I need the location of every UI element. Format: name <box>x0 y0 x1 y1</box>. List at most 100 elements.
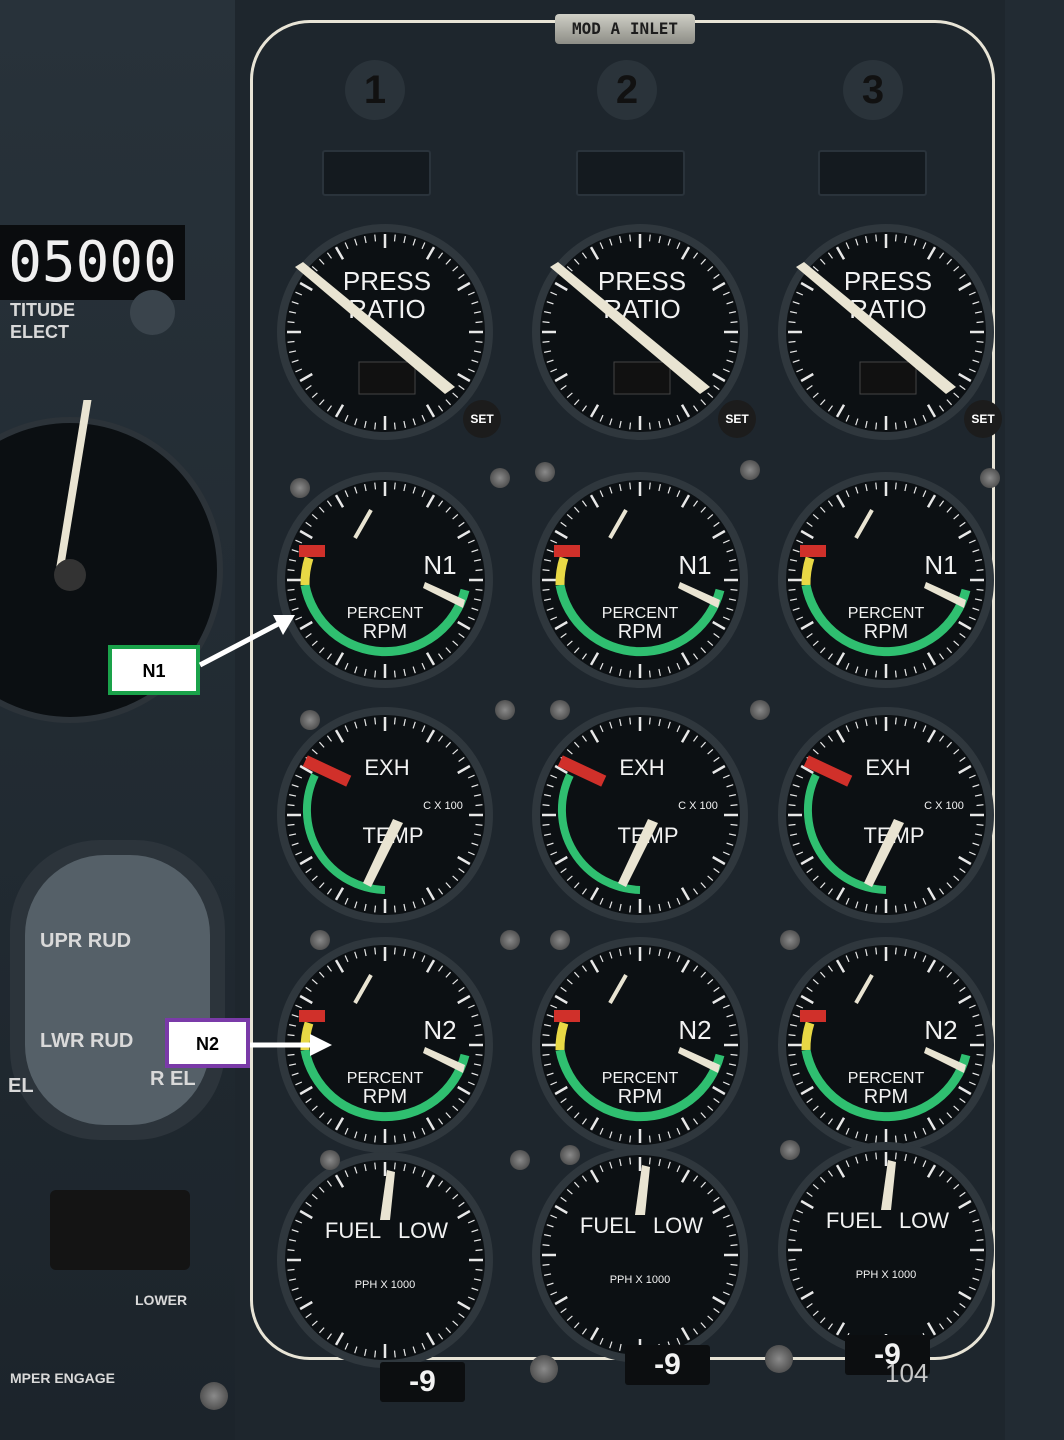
press-ratio-title: PRESS <box>598 266 686 296</box>
mod-inlet-placard: MOD A INLET <box>555 14 695 44</box>
n1-caption-rpm: RPM <box>864 621 908 643</box>
press-ratio-gauge-engine-3: PRESS RATIO SET <box>776 222 1002 447</box>
screw-icon <box>550 930 570 950</box>
screw-icon <box>200 1382 228 1410</box>
rudder-position-indicator <box>10 840 225 1140</box>
n1-caption-rpm: RPM <box>363 621 407 643</box>
engine-2-label: 2 <box>597 60 657 120</box>
fuel-scale: PPH X 1000 <box>856 1269 917 1281</box>
n1-title: N1 <box>924 550 957 580</box>
n1-gauge-engine-2: N1 PERCENT RPM <box>530 470 750 695</box>
fuel-title: FUEL <box>580 1213 636 1238</box>
fuel-gauge-engine-3: FUEL LOW PPH X 1000 <box>776 1140 996 1365</box>
rudder-upper-label: UPR RUD <box>40 930 132 952</box>
rudder-left-label: EL <box>8 1075 34 1097</box>
screw-icon <box>500 930 520 950</box>
n1-caption-rpm: RPM <box>618 621 662 643</box>
egt-scale: C X 100 <box>423 800 463 812</box>
n2-title: N2 <box>924 1015 957 1045</box>
screw-icon <box>560 1145 580 1165</box>
screw-icon <box>300 710 320 730</box>
set-knob[interactable]: SET <box>463 400 501 438</box>
screw-icon <box>310 930 330 950</box>
set-knob[interactable]: SET <box>964 400 1002 438</box>
rudder-right-label: R EL <box>150 1068 196 1090</box>
screw-icon <box>290 478 310 498</box>
n2-title: N2 <box>423 1015 456 1045</box>
n2-gauge-engine-2: N2 PERCENT RPM <box>530 935 750 1160</box>
egt-scale: C X 100 <box>678 800 718 812</box>
screw-icon <box>740 460 760 480</box>
altitude-select-knob[interactable] <box>130 290 175 335</box>
egt-scale: C X 100 <box>924 800 964 812</box>
n1-caption-percent: PERCENT <box>848 605 925 622</box>
n1-caption-percent: PERCENT <box>347 605 424 622</box>
fuel-subtitle: LOW <box>398 1218 448 1243</box>
egt-title: EXH <box>619 755 664 780</box>
n1-gauge-engine-3: N1 PERCENT RPM <box>776 470 996 695</box>
screw-icon <box>320 1150 340 1170</box>
engine-3-annunciator <box>818 150 927 196</box>
n2-caption-rpm: RPM <box>864 1086 908 1108</box>
press-ratio-title: PRESS <box>844 266 932 296</box>
n2-gauge-engine-3: N2 PERCENT RPM <box>776 935 996 1160</box>
fuel-gauge-engine-2: FUEL LOW PPH X 1000 <box>530 1145 750 1370</box>
egt-gauge-engine-1: EXHTEMPC X 100 <box>275 705 495 930</box>
screw-icon <box>510 1150 530 1170</box>
n2-callout: N2 <box>165 1018 250 1068</box>
damper-switch[interactable] <box>50 1190 190 1270</box>
n1-title: N1 <box>423 550 456 580</box>
screw-icon <box>780 1140 800 1160</box>
n1-caption-percent: PERCENT <box>602 605 679 622</box>
fuel-subtitle: LOW <box>653 1213 703 1238</box>
screw-icon <box>980 468 1000 488</box>
screw-icon <box>765 1345 793 1373</box>
screw-icon <box>495 700 515 720</box>
n2-title: N2 <box>678 1015 711 1045</box>
n1-callout: N1 <box>108 645 200 695</box>
engine-2-annunciator <box>576 150 685 196</box>
screw-icon <box>780 930 800 950</box>
fuel-gauge-engine-1: FUEL LOW PPH X 1000 <box>275 1150 495 1375</box>
n1-arrow-icon <box>198 615 295 668</box>
screw-icon <box>550 700 570 720</box>
press-ratio-gauge-engine-2: PRESS RATIO SET <box>530 222 756 447</box>
n2-caption-percent: PERCENT <box>602 1070 679 1087</box>
page-number: 104 <box>885 1358 929 1388</box>
n2-caption-rpm: RPM <box>363 1086 407 1108</box>
set-knob[interactable]: SET <box>718 400 756 438</box>
egt-gauge-engine-3: EXHTEMPC X 100 <box>776 705 996 930</box>
altitude-select-readout: 05000 <box>0 225 185 300</box>
egt-title: EXH <box>364 755 409 780</box>
fuel-scale: PPH X 1000 <box>610 1274 671 1286</box>
n2-caption-percent: PERCENT <box>347 1070 424 1087</box>
screw-icon <box>535 462 555 482</box>
lower-label: LOWER <box>135 1292 188 1308</box>
altitude-caption-1: TITUDE <box>10 300 75 320</box>
damper-engage-label: MPER ENGAGE <box>10 1370 116 1386</box>
engine-1-bottom-label: -9 <box>380 1362 465 1402</box>
n2-arrow-icon <box>250 1034 332 1056</box>
n1-title: N1 <box>678 550 711 580</box>
n2-caption-rpm: RPM <box>618 1086 662 1108</box>
altitude-caption-2: ELECT <box>10 322 70 342</box>
screw-icon <box>750 700 770 720</box>
fuel-scale: PPH X 1000 <box>355 1279 416 1291</box>
n2-caption-percent: PERCENT <box>848 1070 925 1087</box>
right-instrument-panel <box>1005 0 1064 1440</box>
engine-3-label: 3 <box>843 60 903 120</box>
n1-gauge-engine-1: N1 PERCENT RPM <box>275 470 495 695</box>
engine-2-bottom-label: -9 <box>625 1345 710 1385</box>
fuel-title: FUEL <box>826 1208 882 1233</box>
egt-title: EXH <box>865 755 910 780</box>
egt-gauge-engine-2: EXHTEMPC X 100 <box>530 705 750 930</box>
fuel-title: FUEL <box>325 1218 381 1243</box>
screw-icon <box>490 468 510 488</box>
total-air-temp-gauge <box>0 400 223 723</box>
press-ratio-gauge-engine-1: PRESS RATIO SET <box>275 222 501 447</box>
rudder-lower-label: LWR RUD <box>40 1030 134 1052</box>
screw-icon <box>530 1355 558 1383</box>
fuel-subtitle: LOW <box>899 1208 949 1233</box>
press-ratio-title: PRESS <box>343 266 431 296</box>
engine-1-annunciator <box>322 150 431 196</box>
